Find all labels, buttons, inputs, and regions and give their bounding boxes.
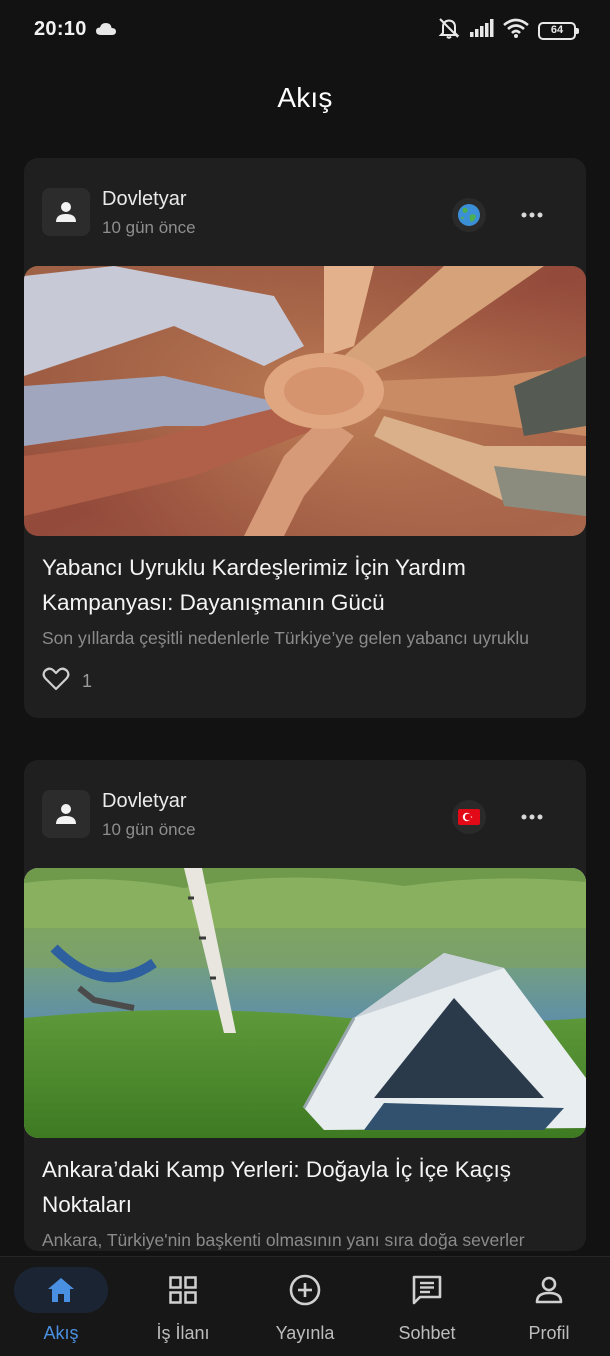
- nav-icon-container: [136, 1267, 230, 1313]
- globe-icon: [452, 198, 486, 232]
- add-circle-icon: [289, 1274, 321, 1306]
- home-icon: [48, 1278, 74, 1302]
- post-title[interactable]: Yabancı Uyruklu Kardeşlerimiz İçin Yardı…: [24, 536, 586, 620]
- post-time: 10 gün önce: [102, 218, 196, 237]
- post-excerpt: Ankara, Türkiye'nin başkenti olmasının y…: [42, 1230, 525, 1250]
- post-time: 10 gün önce: [102, 820, 196, 839]
- post-title[interactable]: Ankara’daki Kamp Yerleri: Doğayla İç İçe…: [24, 1138, 586, 1222]
- bottom-navigation: Akış İş İlanı Yayınla Sohbet Profil: [0, 1256, 610, 1356]
- nav-item-publish[interactable]: Yayınla: [244, 1257, 366, 1356]
- post-feed: Dovletyar 10 gün önce Yabancı Uyruklu Ka…: [24, 158, 586, 1293]
- more-icon: [521, 814, 543, 820]
- nav-item-profile[interactable]: Profil: [488, 1257, 610, 1356]
- mute-icon: [437, 17, 461, 44]
- hands-together-image: [24, 266, 586, 536]
- nav-item-jobs[interactable]: İş İlanı: [122, 1257, 244, 1356]
- like-count: 1: [82, 671, 93, 691]
- heart-icon: [42, 667, 70, 691]
- nav-icon-container: [258, 1267, 352, 1313]
- post-excerpt: Son yıllarda çeşitli nedenlerle Türkiye’…: [42, 628, 530, 648]
- nav-label: Akış: [43, 1323, 79, 1343]
- nav-icon-container: [502, 1267, 596, 1313]
- nav-icon-container: [14, 1267, 108, 1313]
- more-icon: [521, 212, 543, 218]
- battery-level: 64: [550, 24, 564, 36]
- nav-item-feed[interactable]: Akış: [0, 1257, 122, 1356]
- more-options-button[interactable]: [512, 800, 552, 834]
- battery-icon: 64: [538, 21, 579, 40]
- status-icons: 64: [437, 17, 579, 44]
- wifi-icon: [503, 18, 529, 43]
- post-image[interactable]: [24, 868, 586, 1138]
- page-title: Akış: [277, 82, 333, 113]
- app-screen: 20:10 64 Akış Dovletyar 10 gün önce Yaba…: [0, 0, 610, 1356]
- status-bar: 20:10 64: [0, 0, 610, 58]
- nav-label: Sohbet: [398, 1323, 456, 1343]
- post-actions: 1: [24, 649, 586, 718]
- grid-icon: [169, 1276, 197, 1304]
- person-icon: [56, 202, 76, 222]
- profile-icon: [535, 1276, 563, 1304]
- nav-item-chat[interactable]: Sohbet: [366, 1257, 488, 1356]
- more-options-button[interactable]: [512, 198, 552, 232]
- post-header: Dovletyar 10 gün önce: [24, 760, 586, 868]
- app-header: Akış: [0, 58, 610, 138]
- chat-icon: [412, 1275, 442, 1305]
- post-author[interactable]: Dovletyar: [102, 188, 186, 211]
- camping-tent-image: [24, 868, 586, 1138]
- person-icon: [56, 804, 76, 824]
- nav-icon-container: [380, 1267, 474, 1313]
- like-button[interactable]: [42, 667, 70, 696]
- avatar[interactable]: [42, 188, 90, 236]
- nav-label: Yayınla: [275, 1323, 335, 1343]
- post-image[interactable]: [24, 266, 586, 536]
- turkey-flag-icon: [452, 800, 486, 834]
- signal-icon: [470, 19, 494, 42]
- post-card[interactable]: Dovletyar 10 gün önce: [24, 158, 586, 718]
- nav-label: Profil: [528, 1323, 570, 1343]
- nav-label: İş İlanı: [156, 1323, 210, 1343]
- post-author[interactable]: Dovletyar: [102, 790, 186, 813]
- cloud-icon: [96, 22, 116, 40]
- status-time: 20:10: [34, 18, 87, 40]
- post-header: Dovletyar 10 gün önce: [24, 158, 586, 266]
- avatar[interactable]: [42, 790, 90, 838]
- post-card[interactable]: Dovletyar 10 gün önce: [24, 760, 586, 1251]
